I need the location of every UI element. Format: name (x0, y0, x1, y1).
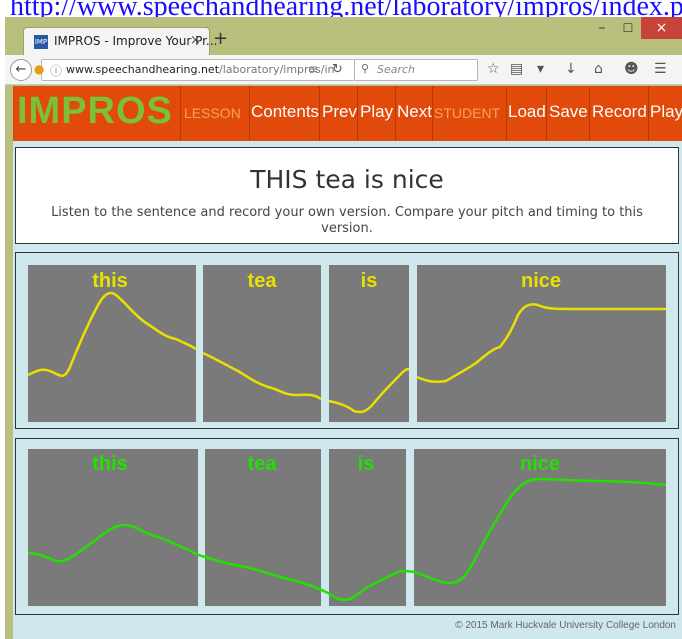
model-pitch-display[interactable]: this tea is nice (16, 253, 678, 428)
navigation-bar: ← ● ⓘ www.speechandhearing.net/laborator… (5, 55, 682, 85)
toolbar-divider (506, 86, 507, 141)
star-icon[interactable]: ☆ (487, 61, 500, 77)
model-pitch-panel[interactable]: this tea is nice (15, 252, 679, 429)
back-icon[interactable]: ← (10, 59, 32, 81)
next-button[interactable]: Next (397, 102, 432, 122)
home-icon[interactable]: ⌂ (594, 61, 603, 77)
search-icon: ⚲ (361, 62, 370, 75)
student-play-button[interactable]: Play (650, 102, 682, 122)
load-button[interactable]: Load (508, 102, 546, 122)
lesson-header: THIS tea is nice Listen to the sentence … (15, 147, 679, 244)
contents-button[interactable]: Contents (251, 102, 319, 122)
word-label-this: this (92, 270, 128, 292)
student-pitch-panel[interactable]: this tea is nice (15, 438, 679, 615)
toolbar-divider (589, 86, 590, 141)
menu-icon[interactable]: ☰ (654, 61, 667, 77)
toolbar-divider (546, 86, 547, 141)
save-button[interactable]: Save (549, 102, 588, 122)
toolbar-divider (180, 86, 181, 141)
search-bar[interactable]: ⚲ Search (354, 59, 478, 81)
impros-toolbar: IMPROS LESSON Contents Prev Play Next ST… (13, 86, 682, 141)
reading-list-icon[interactable]: ▤ (510, 61, 523, 77)
chat-icon[interactable]: ☻ (624, 61, 639, 77)
site-info-icon[interactable]: ⓘ (50, 62, 62, 79)
minimize-button[interactable]: – (589, 17, 615, 39)
browser-window: IMP IMPROS - Improve Your Pr... × + – ☐ … (5, 17, 682, 639)
toolbar-divider (357, 86, 358, 141)
word-label-tea: tea (248, 453, 278, 475)
lesson-label: LESSON (184, 105, 241, 121)
title-bar: IMP IMPROS - Improve Your Pr... × + – ☐ … (5, 17, 682, 56)
footer-copyright: © 2015 Mark Huckvale University College … (455, 620, 676, 631)
pocket-icon[interactable]: ▾ (537, 61, 544, 77)
toolbar-divider (432, 86, 433, 141)
page-title: THIS tea is nice (250, 165, 444, 194)
browser-tab[interactable]: IMP IMPROS - Improve Your Pr... × (23, 27, 217, 56)
reader-view-icon[interactable]: ≡ (308, 62, 318, 76)
url-domain: www.speechandhearing.net (66, 63, 220, 76)
lesson-instructions: Listen to the sentence and record your o… (51, 205, 643, 236)
toolbar-divider (249, 86, 250, 141)
favicon-icon: IMP (34, 35, 48, 49)
microphone-icon: ● (34, 62, 45, 76)
word-label-nice: nice (521, 270, 561, 292)
word-label-is: is (361, 270, 378, 292)
student-pitch-display[interactable]: this tea is nice (16, 439, 678, 614)
page-content: IMPROS LESSON Contents Prev Play Next ST… (13, 86, 682, 639)
search-placeholder: Search (377, 63, 416, 76)
download-icon[interactable]: ↓ (565, 61, 577, 77)
url-text[interactable]: www.speechandhearing.net/laboratory/impr… (66, 63, 335, 76)
student-label: STUDENT (434, 105, 501, 121)
close-window-button[interactable]: × (641, 17, 682, 39)
prev-button[interactable]: Prev (322, 102, 357, 122)
url-bar[interactable]: ● ⓘ www.speechandhearing.net/laboratory/… (34, 59, 355, 81)
word-label-is: is (358, 453, 375, 475)
new-tab-icon[interactable]: + (213, 28, 228, 49)
word-label-this: this (92, 453, 128, 475)
toolbar-divider (319, 86, 320, 141)
toolbar-divider (648, 86, 649, 141)
play-button[interactable]: Play (360, 102, 393, 122)
impros-logo: IMPROS (17, 90, 173, 132)
record-button[interactable]: Record (592, 102, 647, 122)
toolbar-divider (395, 86, 396, 141)
reload-icon[interactable]: ↻ (332, 62, 343, 77)
word-label-nice: nice (520, 453, 560, 475)
maximize-button[interactable]: ☐ (615, 17, 641, 39)
word-label-tea: tea (248, 270, 278, 292)
tab-close-icon[interactable]: × (190, 33, 201, 48)
